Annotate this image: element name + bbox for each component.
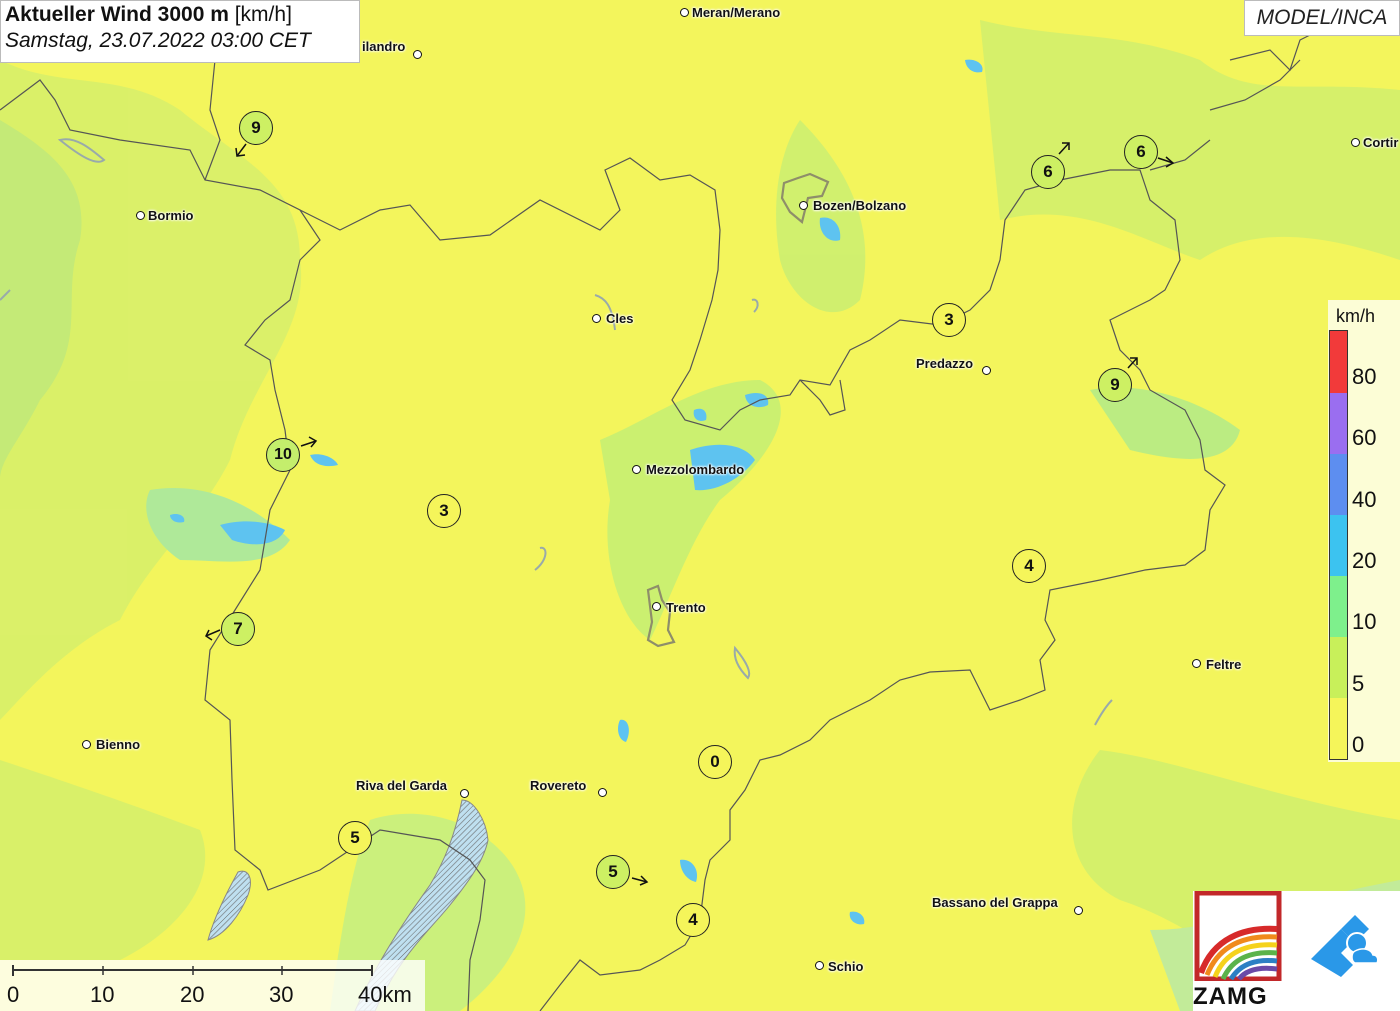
- scale-label: 40km: [358, 982, 412, 1007]
- scale-bar-line: [12, 965, 373, 976]
- legend-unit: km/h: [1336, 306, 1376, 326]
- legend-label: 0: [1352, 732, 1365, 757]
- arrow-icon: [300, 436, 318, 448]
- legend-segment: [1330, 637, 1347, 698]
- legend-segment: [1330, 698, 1347, 759]
- legend-label: 5: [1352, 671, 1365, 696]
- legend-label: 80: [1352, 364, 1377, 389]
- legend-segment: [1330, 454, 1347, 515]
- logos-panel: ZAMG: [1193, 891, 1400, 1011]
- scale-label: 0: [7, 982, 20, 1007]
- legend-segment: [1330, 331, 1347, 393]
- zamg-logo-text: ZAMG: [1193, 983, 1268, 1010]
- color-legend: km/h 80 60 40 20 10 5 0: [1328, 300, 1400, 762]
- legend-bar: [1329, 330, 1348, 760]
- scale-label: 20: [180, 982, 205, 1007]
- arrow-icon: [205, 629, 221, 641]
- arrow-icon: [631, 875, 649, 886]
- arrow-icon: [1058, 142, 1070, 155]
- legend-label: 20: [1352, 548, 1377, 573]
- wind-direction-arrows: [205, 142, 1175, 886]
- arrow-icon: [1157, 156, 1175, 168]
- legend-label: 40: [1352, 487, 1377, 512]
- scale-label: 30: [269, 982, 294, 1007]
- scale-bar: 0 10 20 30 40km: [0, 960, 425, 1011]
- legend-segment: [1330, 393, 1347, 454]
- legend-label: 60: [1352, 425, 1377, 450]
- arrow-icon: [235, 143, 247, 157]
- legend-segment: [1330, 515, 1347, 576]
- zamg-logo[interactable]: [1193, 891, 1283, 981]
- inca-logo[interactable]: [1293, 899, 1393, 999]
- scale-label: 10: [90, 982, 115, 1007]
- legend-segment: [1330, 576, 1347, 637]
- legend-label: 10: [1352, 609, 1377, 634]
- arrow-icon: [1127, 357, 1138, 369]
